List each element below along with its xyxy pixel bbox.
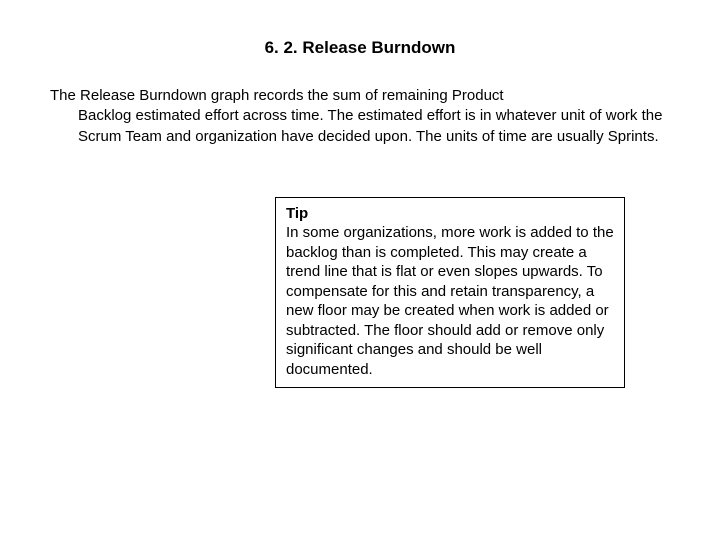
tip-body: In some organizations, more work is adde… — [286, 224, 614, 378]
section-paragraph: The Release Burndown graph records the s… — [50, 86, 670, 147]
tip-label: Tip — [286, 204, 614, 224]
tip-box: Tip In some organizations, more work is … — [275, 197, 625, 389]
section-heading: 6. 2. Release Burndown — [50, 38, 670, 58]
paragraph-line-first: The Release Burndown graph records the s… — [50, 86, 670, 106]
paragraph-line-rest: Backlog estimated effort across time. Th… — [50, 106, 670, 147]
